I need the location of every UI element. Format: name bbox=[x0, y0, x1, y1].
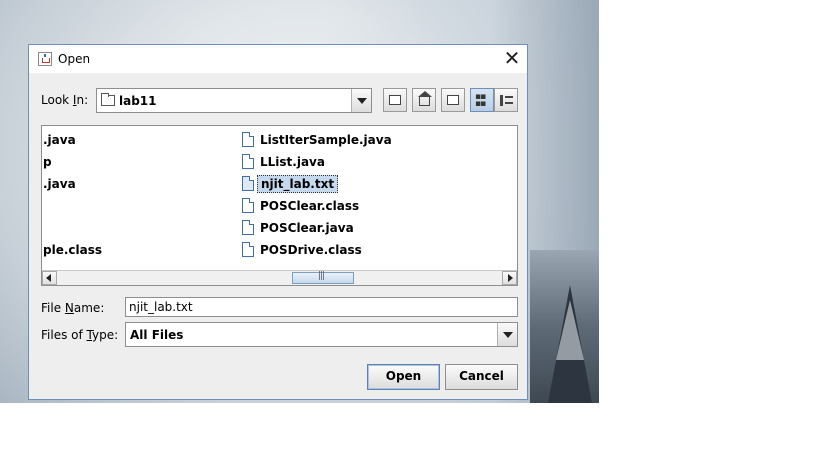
background-snow bbox=[556, 300, 584, 360]
new-folder-button[interactable] bbox=[441, 88, 465, 112]
chevron-down-icon[interactable] bbox=[497, 323, 517, 346]
file-icon bbox=[242, 154, 254, 169]
list-item[interactable]: POSClear.class bbox=[238, 195, 388, 217]
details-view-button[interactable] bbox=[494, 88, 518, 112]
new-folder-icon bbox=[447, 95, 459, 105]
file-name-label: File Name: bbox=[41, 301, 105, 315]
file-type-label: Files of Type: bbox=[41, 328, 119, 342]
title-bar[interactable]: Open ✕ bbox=[29, 45, 527, 73]
scroll-right-icon[interactable] bbox=[502, 271, 517, 285]
list-item[interactable]: LList.java bbox=[238, 151, 388, 173]
file-name: POSClear.java bbox=[260, 221, 354, 235]
folder-icon bbox=[101, 93, 115, 106]
home-button[interactable] bbox=[412, 88, 436, 112]
close-button[interactable]: ✕ bbox=[497, 45, 527, 73]
file-name: ListIterSample.java bbox=[260, 133, 392, 147]
list-view-button[interactable]: ▪▪ ▪▪ bbox=[470, 88, 494, 112]
look-in-dropdown[interactable]: lab11 bbox=[96, 88, 372, 113]
home-icon bbox=[418, 91, 432, 106]
file-name-input[interactable] bbox=[125, 297, 518, 317]
file-column-right: ListIterSample.java LList.java njit_lab.… bbox=[238, 129, 392, 261]
up-one-level-icon bbox=[389, 95, 401, 105]
file-list[interactable]: .java p .java ple.class ListIterSample.j… bbox=[41, 125, 518, 286]
list-item-selected[interactable]: njit_lab.txt bbox=[238, 173, 388, 195]
java-cup-icon bbox=[38, 52, 52, 66]
scrollbar-thumb[interactable] bbox=[292, 271, 354, 284]
horizontal-scrollbar[interactable] bbox=[42, 270, 517, 285]
look-in-label: Look In: bbox=[41, 93, 89, 107]
details-view-icon bbox=[500, 95, 513, 106]
list-item[interactable]: POSDrive.class bbox=[238, 239, 388, 261]
open-dialog: Open ✕ Look In: lab11 ▪▪ ▪▪ .java p .java… bbox=[28, 44, 528, 400]
scroll-left-icon[interactable] bbox=[42, 271, 57, 285]
list-view-icon: ▪▪ ▪▪ bbox=[475, 92, 486, 109]
file-name: POSDrive.class bbox=[260, 243, 362, 257]
file-icon bbox=[242, 220, 254, 235]
open-button[interactable]: Open bbox=[367, 364, 440, 390]
file-icon bbox=[242, 176, 254, 191]
file-type-value: All Files bbox=[130, 328, 184, 342]
file-icon bbox=[242, 242, 254, 257]
look-in-value: lab11 bbox=[119, 94, 157, 108]
file-icon bbox=[242, 132, 254, 147]
cancel-button[interactable]: Cancel bbox=[445, 364, 518, 390]
file-name: POSClear.class bbox=[260, 199, 360, 213]
file-name: njit_lab.txt bbox=[257, 175, 339, 193]
list-item[interactable]: POSClear.java bbox=[238, 217, 388, 239]
file-name: LList.java bbox=[260, 155, 325, 169]
chevron-down-icon[interactable] bbox=[351, 89, 371, 112]
up-one-level-button[interactable] bbox=[383, 88, 407, 112]
window-title: Open bbox=[58, 52, 91, 66]
list-item[interactable]: ListIterSample.java bbox=[238, 129, 392, 151]
file-type-dropdown[interactable]: All Files bbox=[125, 322, 518, 347]
file-icon bbox=[242, 198, 254, 213]
